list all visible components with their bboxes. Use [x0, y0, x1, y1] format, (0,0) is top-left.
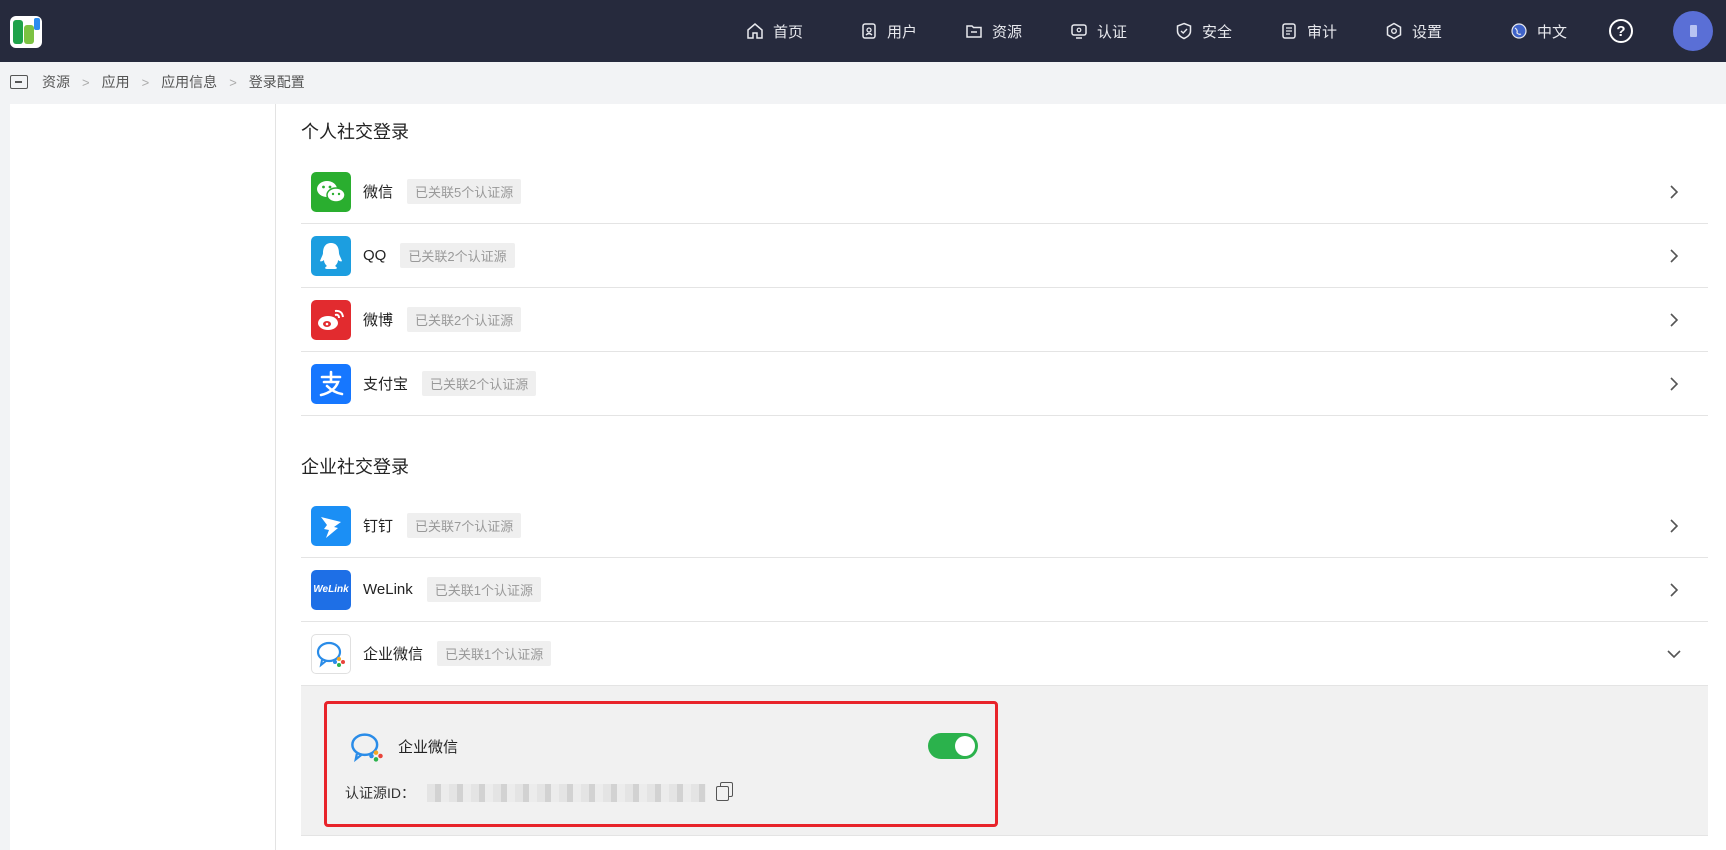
status-badge: 已关联7个认证源 [407, 513, 522, 538]
nav-security-label: 安全 [1202, 23, 1233, 41]
chevron-right-icon [1670, 583, 1679, 597]
shield-icon [1176, 22, 1192, 40]
globe-icon [1511, 23, 1527, 39]
auth-source-card: 企业微信 认证源ID： 2 [324, 701, 998, 827]
chevron-down-icon [1667, 650, 1681, 659]
login-row-wechat[interactable]: 微信 已关联5个认证源 [301, 160, 1708, 224]
alipay-icon [311, 363, 351, 404]
auth-source-name: 企业微信 [398, 739, 459, 756]
user-avatar[interactable] [1673, 11, 1713, 51]
help-icon: ? [1616, 22, 1626, 40]
language-label: 中文 [1537, 23, 1568, 41]
login-name: 钉钉 [363, 518, 394, 535]
chevron-right-icon [1670, 249, 1679, 263]
home-icon [747, 23, 763, 39]
chevron-right-icon [1670, 377, 1679, 391]
welink-icon: WeLink [311, 569, 351, 610]
nav-users[interactable]: 用户 [860, 18, 917, 44]
status-badge: 已关联2个认证源 [422, 371, 537, 396]
help-button[interactable]: ? [1609, 19, 1633, 43]
breadcrumb-item-resources[interactable]: 资源 [42, 72, 70, 92]
left-panel [10, 104, 275, 850]
login-name: WeLink [363, 581, 413, 598]
status-badge: 已关联5个认证源 [407, 179, 522, 204]
chevron-right-icon [1670, 313, 1679, 327]
status-badge: 已关联1个认证源 [426, 577, 541, 602]
copy-icon[interactable] [716, 782, 733, 801]
nav-audit-label: 审计 [1307, 23, 1338, 41]
nav-security[interactable]: 安全 [1175, 18, 1232, 44]
login-name: 企业微信 [363, 646, 424, 663]
monitor-icon [1071, 24, 1087, 39]
login-row-alipay[interactable]: 支付宝 已关联2个认证源 [301, 352, 1708, 416]
dingtalk-icon [311, 505, 351, 546]
chevron-right-icon: > [82, 74, 90, 90]
chevron-right-icon: > [141, 74, 150, 90]
chevron-right-icon [1670, 519, 1679, 533]
login-name: 微博 [363, 312, 394, 329]
status-badge: 已关联2个认证源 [407, 307, 522, 332]
section-title-personal: 个人社交登录 [301, 122, 409, 142]
login-name: 支付宝 [363, 376, 409, 393]
login-row-wecom[interactable]: 企业微信 已关联1个认证源 [301, 622, 1708, 686]
status-badge: 已关联2个认证源 [400, 243, 515, 268]
wechat-icon [311, 171, 351, 212]
top-navbar: 首页 用户 资源 认证 安全 审计 设置 中文 ? [0, 0, 1726, 62]
login-row-qq[interactable]: QQ 已关联2个认证源 [301, 224, 1708, 288]
auth-source-id-label: 认证源ID： [345, 785, 415, 801]
nav-home[interactable]: 首页 [746, 18, 803, 44]
breadcrumb-item-app-info[interactable]: 应用信息 [161, 72, 217, 92]
chevron-right-icon [1670, 185, 1679, 199]
nav-settings[interactable]: 设置 [1385, 18, 1442, 44]
breadcrumb-item-apps[interactable]: 应用 [102, 72, 130, 92]
settings-icon [1386, 22, 1402, 40]
status-badge: 已关联1个认证源 [437, 641, 552, 666]
app-logo[interactable] [10, 16, 42, 48]
wecom-icon [311, 633, 351, 674]
folder-icon [10, 75, 28, 89]
chevron-right-icon: > [229, 74, 237, 90]
nav-resources[interactable]: 资源 [965, 18, 1022, 44]
login-row-weibo[interactable]: 微博 已关联2个认证源 [301, 288, 1708, 352]
nav-users-label: 用户 [887, 23, 918, 41]
auth-source-id-value: 2 [427, 784, 706, 802]
breadcrumb: 资源 > 应用 > 应用信息 > 登录配置 [10, 70, 305, 94]
login-name: 微信 [363, 184, 394, 201]
enable-toggle[interactable] [928, 733, 978, 759]
section-title-enterprise: 企业社交登录 [301, 457, 409, 477]
nav-home-label: 首页 [773, 23, 804, 41]
language-switch[interactable]: 中文 [1510, 18, 1567, 44]
login-name: QQ [363, 247, 387, 264]
nav-audit[interactable]: 审计 [1280, 18, 1337, 44]
nav-auth[interactable]: 认证 [1070, 18, 1127, 44]
qq-icon [311, 235, 351, 276]
welink-icon-text: WeLink [313, 584, 349, 595]
user-icon [862, 23, 876, 39]
login-row-dingtalk[interactable]: 钉钉 已关联7个认证源 [301, 494, 1708, 558]
breadcrumb-item-login-config: 登录配置 [248, 74, 305, 90]
nav-settings-label: 设置 [1412, 23, 1443, 41]
login-row-welink[interactable]: WeLink WeLink 已关联1个认证源 [301, 558, 1708, 622]
wecom-icon [351, 733, 383, 763]
nav-auth-label: 认证 [1097, 23, 1128, 41]
resource-icon [966, 25, 982, 38]
weibo-icon [311, 299, 351, 340]
audit-icon [1282, 23, 1296, 39]
nav-resources-label: 资源 [992, 23, 1023, 41]
